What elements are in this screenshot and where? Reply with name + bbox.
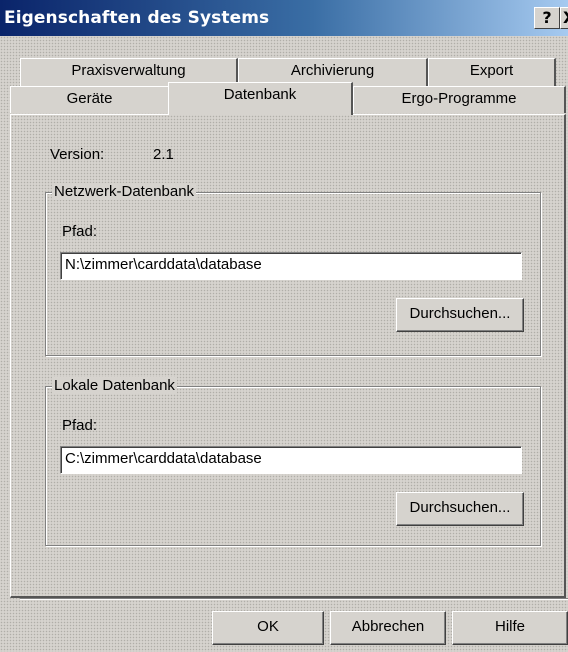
- local-path-label: Pfad:: [62, 417, 98, 434]
- version-label: Version:: [50, 146, 105, 163]
- local-db-title: Lokale Datenbank: [52, 377, 177, 394]
- tab-label: Datenbank: [223, 86, 297, 103]
- tab-geraete[interactable]: Geräte: [10, 86, 170, 113]
- dialog-body: Praxisverwaltung Archivierung Export Ger…: [0, 36, 568, 652]
- title-bar: Eigenschaften des Systems ? X: [0, 0, 568, 36]
- tab-export[interactable]: Export: [428, 58, 556, 86]
- ok-button[interactable]: OK: [212, 611, 324, 645]
- version-value: 2.1: [153, 146, 174, 163]
- help-button[interactable]: Hilfe: [452, 611, 568, 645]
- network-browse-button[interactable]: Durchsuchen...: [396, 298, 524, 332]
- local-path-input[interactable]: C:\zimmer\carddata\database: [60, 446, 522, 474]
- tab-label: Praxisverwaltung: [71, 62, 186, 79]
- tab-label: Export: [469, 62, 514, 79]
- cancel-button[interactable]: Abbrechen: [330, 611, 446, 645]
- window-title: Eigenschaften des Systems: [4, 8, 270, 28]
- tab-ergo-programme[interactable]: Ergo-Programme: [353, 86, 566, 113]
- network-path-label: Pfad:: [62, 223, 98, 240]
- local-browse-button[interactable]: Durchsuchen...: [396, 492, 524, 526]
- tab-label: Geräte: [66, 90, 113, 107]
- tab-label: Ergo-Programme: [401, 90, 517, 107]
- close-button[interactable]: X: [560, 7, 568, 29]
- footer-separator: [20, 598, 568, 600]
- tab-datenbank[interactable]: Datenbank: [168, 82, 353, 115]
- tab-label: Archivierung: [290, 62, 375, 79]
- network-db-title: Netzwerk-Datenbank: [52, 183, 197, 200]
- help-title-button[interactable]: ?: [534, 7, 560, 29]
- network-path-input[interactable]: N:\zimmer\carddata\database: [60, 252, 522, 280]
